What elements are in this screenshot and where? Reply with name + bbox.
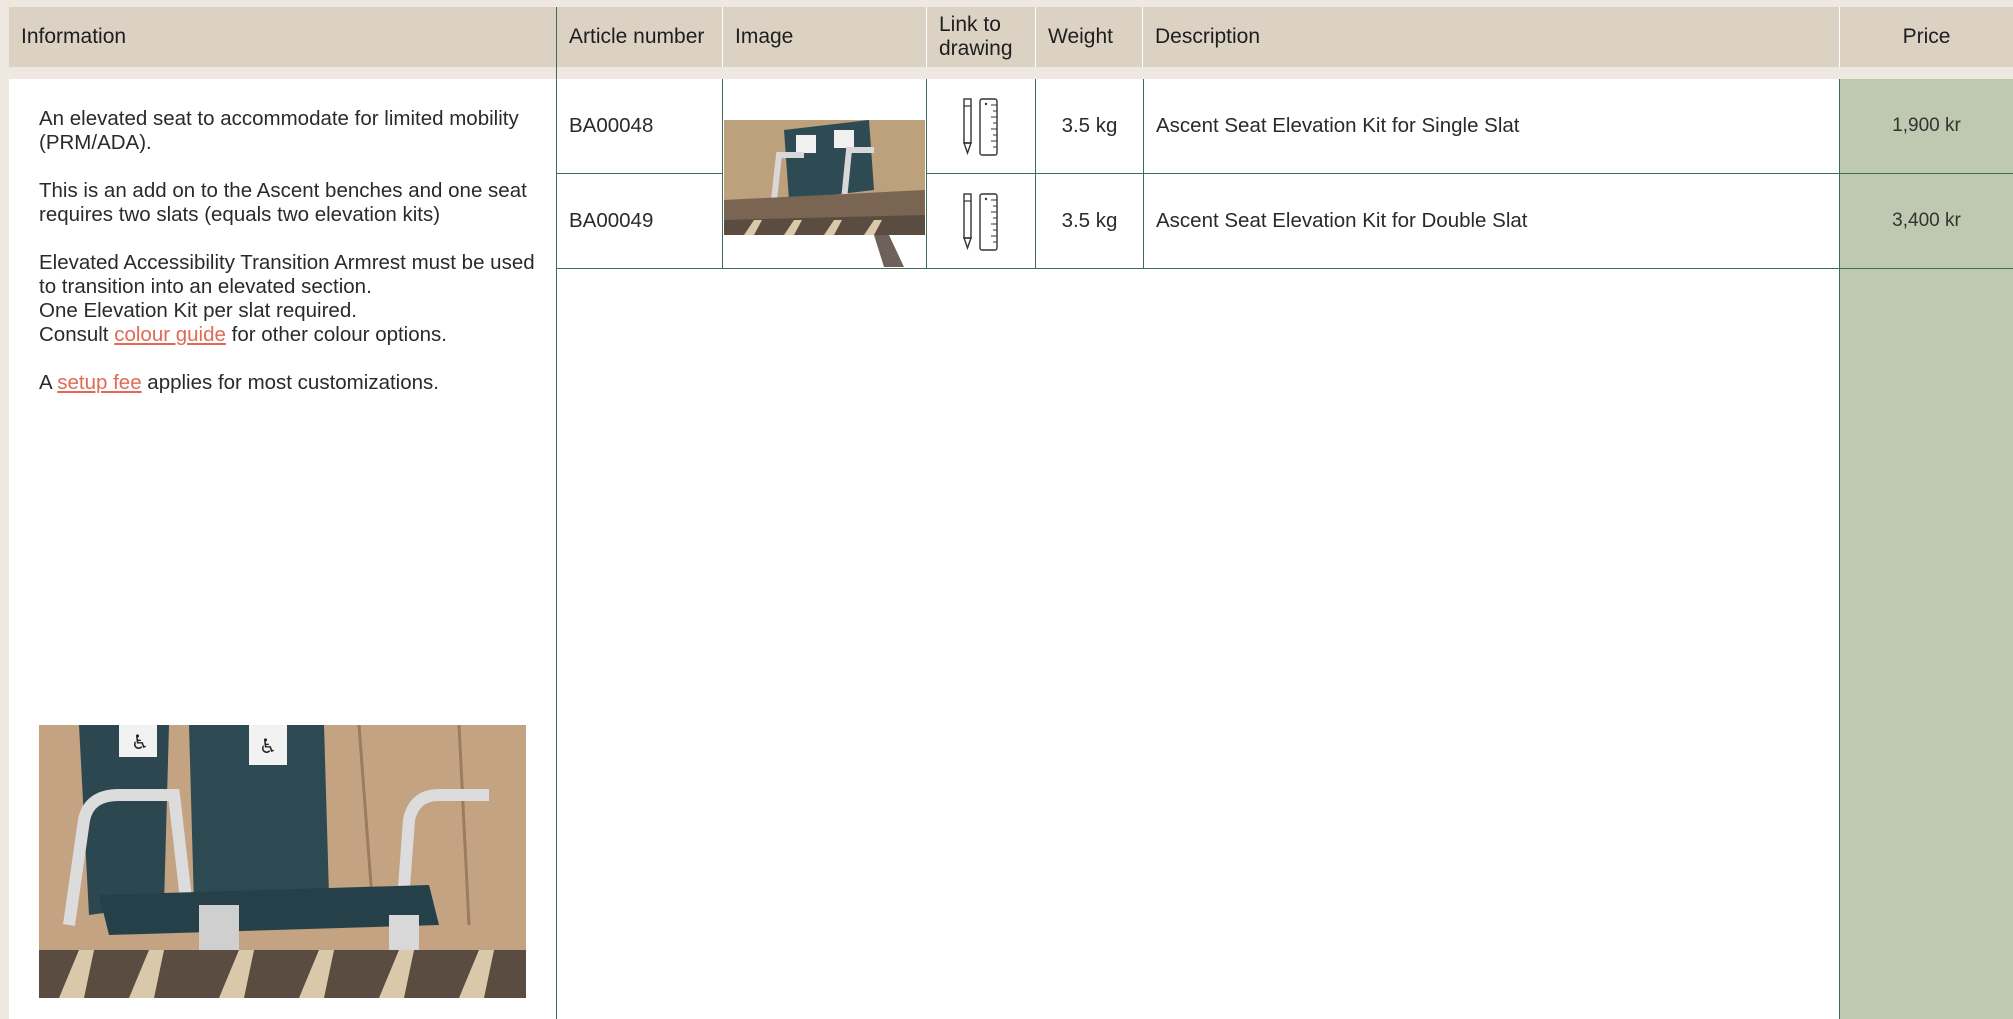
header-weight: Weight (1048, 25, 1113, 48)
pencil-ruler-icon (963, 193, 998, 251)
info-text: One Elevation Kit per slat required. (39, 299, 357, 322)
header-information: Information (21, 25, 127, 48)
info-paragraph: This is an add on to the Ascent benches … (39, 179, 527, 226)
article-number-cell: BA00049 (569, 209, 654, 232)
weight-cell: 3.5 kg (1061, 209, 1118, 232)
info-paragraph: A setup fee applies for most customizati… (39, 371, 539, 395)
price-cell: 1,900 kr (1892, 115, 1961, 136)
info-text: applies for most customizations. (141, 371, 439, 394)
info-paragraph: An elevated seat to accommodate for limi… (39, 107, 519, 154)
colour-guide-link[interactable]: colour guide (114, 323, 226, 346)
info-text: Elevated Accessibility Transition Armres… (39, 251, 535, 298)
table-header: Information Article number Image Link to… (9, 7, 2013, 67)
column-divider (926, 79, 927, 269)
product-photo: ♿ ♿ (39, 725, 526, 998)
price-cell: 3,400 kr (1892, 210, 1961, 231)
weight-cell: 3.5 kg (1061, 114, 1118, 137)
info-text: for other colour options. (225, 323, 447, 346)
row-divider (556, 268, 2013, 269)
info-text: A (39, 371, 58, 394)
article-number-cell: BA00048 (569, 114, 654, 137)
drawing-link[interactable] (960, 191, 1002, 253)
product-thumbnail[interactable] (724, 80, 925, 267)
header-link-to-drawing: Link to drawing (939, 13, 1013, 60)
description-cell: Ascent Seat Elevation Kit for Double Sla… (1156, 209, 1528, 232)
information-panel: An elevated seat to accommodate for limi… (39, 107, 539, 419)
svg-text:♿: ♿ (131, 730, 149, 754)
header-description: Description (1155, 25, 1261, 48)
svg-text:♿: ♿ (259, 734, 277, 758)
setup-fee-link[interactable]: setup fee (57, 371, 141, 394)
pencil-ruler-icon (963, 98, 998, 156)
info-text: Consult (39, 323, 115, 346)
drawing-link[interactable] (960, 96, 1002, 158)
description-cell: Ascent Seat Elevation Kit for Single Sla… (1156, 114, 1520, 137)
header-image: Image (735, 25, 794, 48)
column-divider (722, 79, 723, 269)
header-price: Price (1902, 25, 1951, 48)
info-paragraph: Elevated Accessibility Transition Armres… (39, 251, 539, 347)
header-article-number: Article number (569, 25, 705, 48)
